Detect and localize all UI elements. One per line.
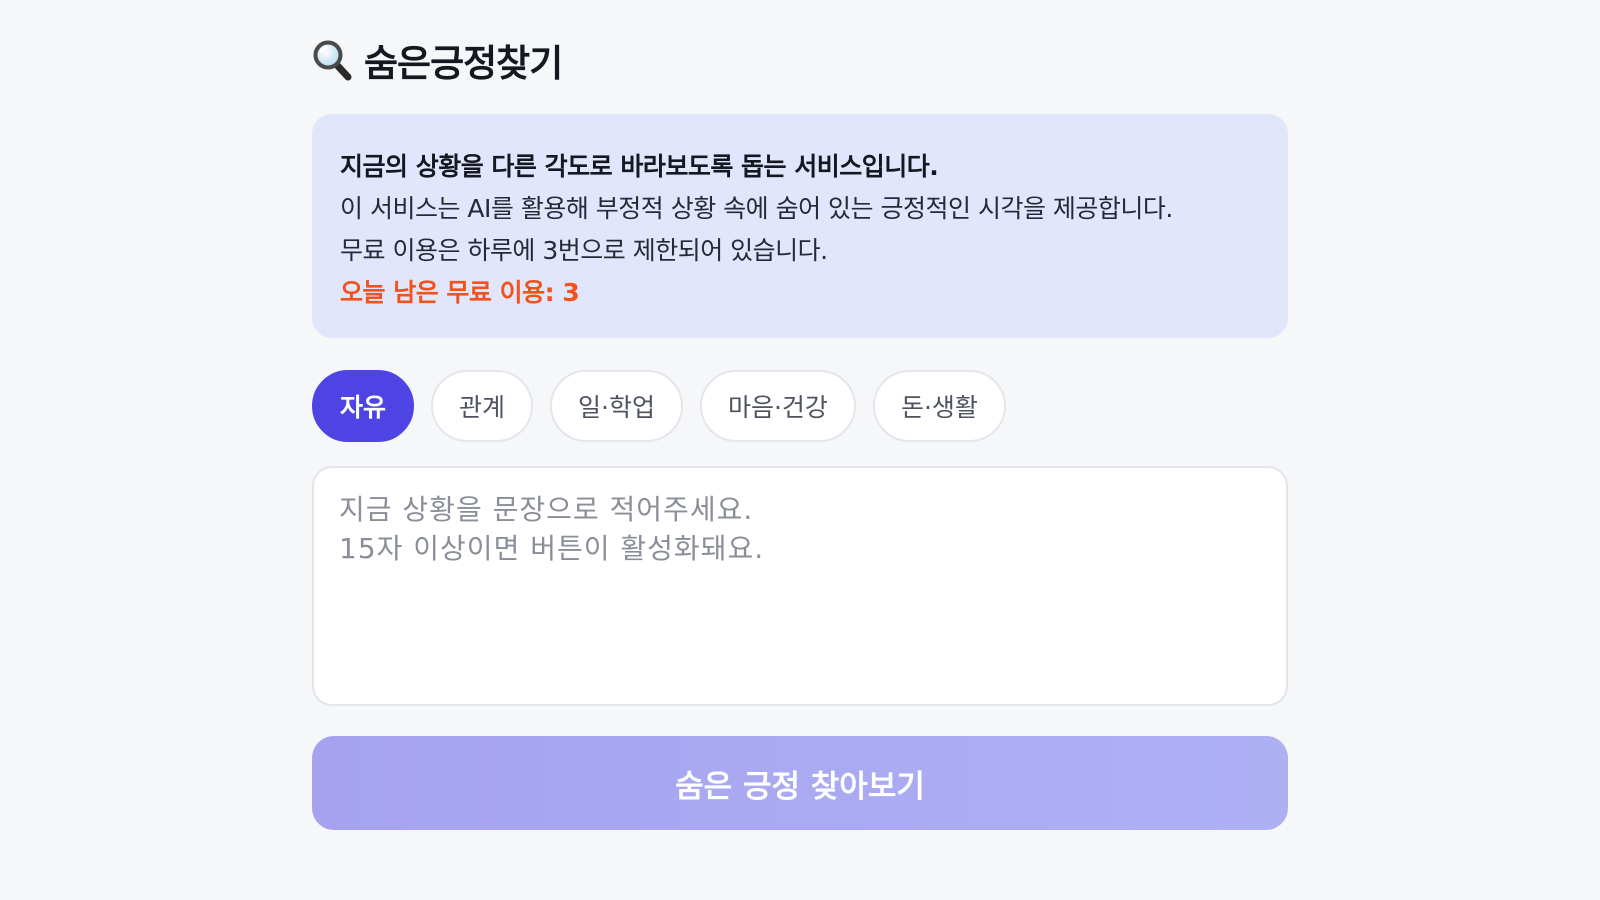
category-tabs: 자유 관계 일·학업 마음·건강 돈·생활 — [312, 370, 1006, 442]
tab-relationship[interactable]: 관계 — [431, 370, 534, 442]
find-positive-button[interactable]: 숨은 긍정 찾아보기 — [312, 736, 1288, 830]
info-limit-notice: 무료 이용은 하루에 3번으로 제한되어 있습니다. — [340, 236, 828, 265]
tab-money-life[interactable]: 돈·생활 — [872, 370, 1006, 442]
tab-work-study[interactable]: 일·학업 — [550, 370, 683, 442]
situation-input[interactable] — [314, 468, 1286, 704]
situation-input-container — [312, 466, 1288, 706]
tab-free[interactable]: 자유 — [312, 370, 415, 442]
search-icon — [312, 39, 352, 81]
info-description: 이 서비스는 AI를 활용해 부정적 상황 속에 숨어 있는 긍정적인 시각을 … — [340, 194, 1173, 223]
info-card: 지금의 상황을 다른 각도로 바라보도록 돕는 서비스입니다. 이 서비스는 A… — [312, 114, 1288, 338]
page-title: 숨은긍정찾기 — [364, 42, 563, 85]
page-header: 숨은긍정찾기 — [312, 34, 563, 86]
info-headline: 지금의 상황을 다른 각도로 바라보도록 돕는 서비스입니다. — [340, 152, 939, 181]
remaining-uses-text: 오늘 남은 무료 이용: 3 — [340, 278, 580, 307]
tab-mind-health[interactable]: 마음·건강 — [699, 370, 856, 442]
